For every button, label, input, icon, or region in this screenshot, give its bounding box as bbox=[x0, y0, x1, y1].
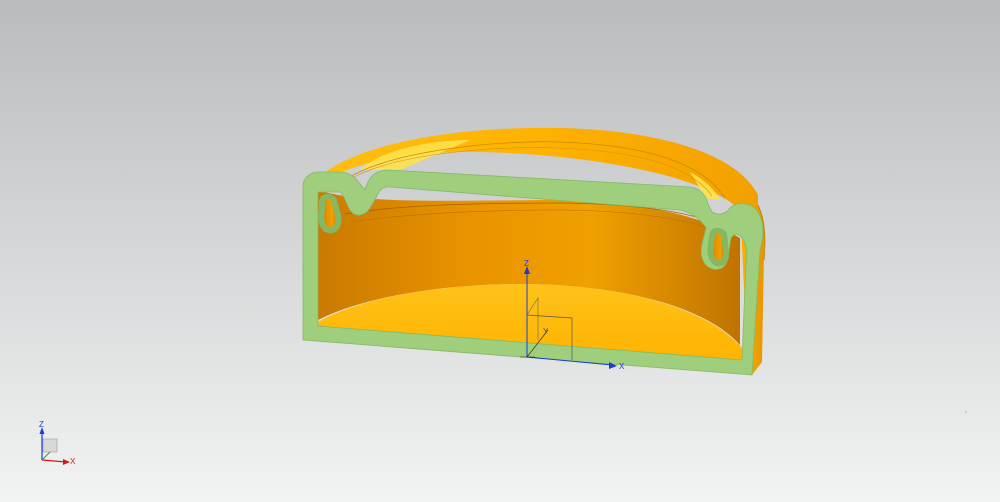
section-right-hook bbox=[707, 227, 730, 267]
triad-x-label: X bbox=[619, 362, 625, 371]
view-triad-y-axis bbox=[41, 451, 51, 461]
graphics-viewport[interactable]: Z X Y Z X bbox=[0, 0, 1000, 502]
triad-y-label: Y bbox=[543, 327, 549, 336]
view-orientation-triad[interactable] bbox=[39, 427, 71, 465]
view-triad-cube bbox=[42, 438, 58, 453]
view-triad-z-label: Z bbox=[39, 420, 44, 429]
view-triad-x-arrowhead bbox=[63, 459, 70, 465]
view-triad-x-axis bbox=[41, 459, 67, 463]
section-left-hook bbox=[318, 193, 342, 234]
triad-z-label: Z bbox=[524, 259, 529, 268]
model-scene: Z X Y Z X bbox=[39, 127, 967, 466]
viewport-marker-dot bbox=[965, 411, 967, 413]
view-triad-x-label: X bbox=[70, 457, 76, 466]
